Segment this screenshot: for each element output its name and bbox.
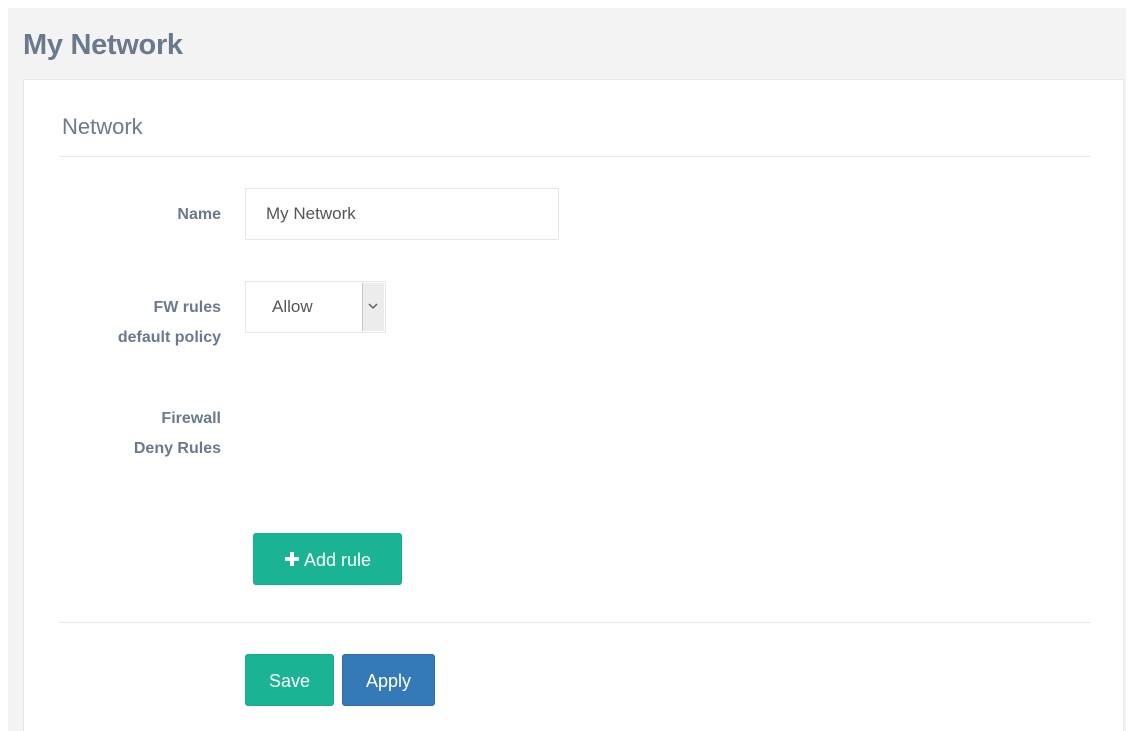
apply-button[interactable]: Apply (342, 654, 435, 706)
section-title: Network (62, 114, 143, 139)
name-label: Name (21, 200, 221, 230)
fw-policy-selected-value: Allow (272, 297, 313, 316)
fw-rules-label-line2: default policy (117, 329, 221, 346)
select-dropdown-toggle[interactable] (362, 283, 384, 331)
plus-icon (284, 552, 299, 566)
deny-rules-label-line2: Deny Rules (133, 440, 221, 457)
add-rule-button[interactable]: Add rule (253, 533, 402, 585)
name-label-text: Name (177, 206, 221, 223)
network-panel: Network Name FW rules default policy All… (23, 79, 1124, 731)
page-title: My Network (23, 29, 183, 61)
fw-policy-select[interactable]: Allow (245, 281, 386, 333)
chevron-down-icon (368, 303, 378, 309)
fw-rules-label: FW rules default policy (21, 293, 221, 353)
deny-rules-label: Firewall Deny Rules (21, 404, 221, 464)
name-input[interactable] (245, 188, 559, 240)
page: My Network Network Name FW rules default… (0, 0, 1129, 731)
deny-rules-label-line1: Firewall (161, 410, 221, 427)
save-button[interactable]: Save (245, 654, 334, 706)
fw-rules-label-line1: FW rules (153, 299, 221, 316)
section-divider (59, 156, 1090, 157)
add-rule-label: Add rule (303, 550, 372, 570)
actions-divider (59, 622, 1090, 623)
